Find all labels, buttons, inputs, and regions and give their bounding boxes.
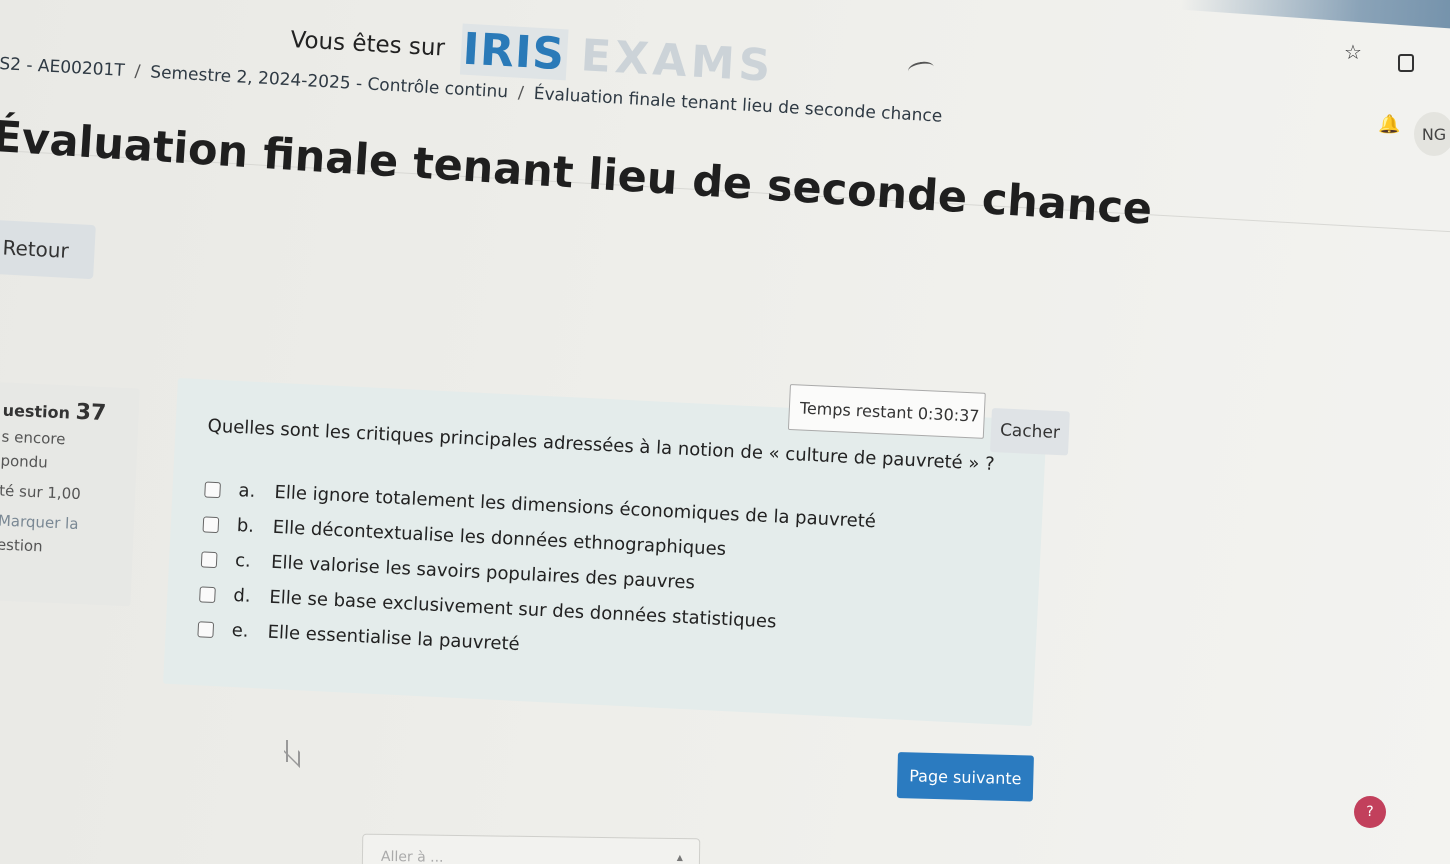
breadcrumb-item-exam[interactable]: Évaluation finale tenant lieu de seconde… <box>533 84 943 127</box>
checkbox[interactable] <box>200 550 218 568</box>
cursor-icon <box>286 740 288 762</box>
flag-question-link-line2[interactable]: estion <box>0 535 133 559</box>
question-info-panel: uestion 37 s encore pondu té sur 1,00 Ma… <box>0 382 140 607</box>
page-title: Évaluation finale tenant lieu de seconde… <box>0 112 1154 235</box>
question-grade: té sur 1,00 <box>0 481 82 504</box>
brand-prefix: Vous êtes sur <box>289 26 446 62</box>
screen: ☆ 🔔 NG Vous êtes sur IRIS EXAMS S2 - AE0… <box>0 0 1450 864</box>
back-button[interactable]: Retour <box>0 220 96 280</box>
checkbox[interactable] <box>199 585 216 603</box>
next-page-button[interactable]: Page suivante <box>896 752 1034 802</box>
breadcrumb-separator: / <box>517 82 525 104</box>
flag-question-link[interactable]: Marquer la <box>0 511 134 535</box>
timer-value: 0:30:37 <box>917 403 980 426</box>
answer-list: a. Elle ignore totalement les dimensions… <box>197 471 877 679</box>
refresh-icon[interactable] <box>906 59 936 79</box>
avatar[interactable]: NG <box>1414 112 1450 156</box>
checkbox[interactable] <box>202 515 220 533</box>
bell-icon[interactable]: 🔔 <box>1378 114 1400 135</box>
checkbox[interactable] <box>197 620 215 638</box>
breadcrumb-item-course[interactable]: S2 - AE00201T <box>0 54 125 81</box>
star-icon[interactable]: ☆ <box>1344 40 1362 64</box>
browser-toolbar-edge <box>1179 0 1450 31</box>
question-status-line1: s encore <box>1 427 66 449</box>
jump-to-select[interactable]: Aller à ... ▲ <box>361 833 701 864</box>
brand-logo-iris[interactable]: IRIS <box>459 23 569 81</box>
chevron-up-icon: ▲ <box>676 853 684 863</box>
hide-timer-button[interactable]: Cacher <box>990 408 1070 456</box>
time-remaining: Temps restant 0:30:37 <box>787 384 986 439</box>
checkbox[interactable] <box>204 480 221 498</box>
extension-icon[interactable] <box>1398 54 1414 72</box>
brand-logo-exams[interactable]: EXAMS <box>580 30 776 92</box>
breadcrumb-separator: / <box>134 61 141 82</box>
question-status-line2: pondu <box>0 451 49 472</box>
help-icon[interactable]: ? <box>1354 796 1386 828</box>
question-number: uestion 37 <box>2 399 107 427</box>
